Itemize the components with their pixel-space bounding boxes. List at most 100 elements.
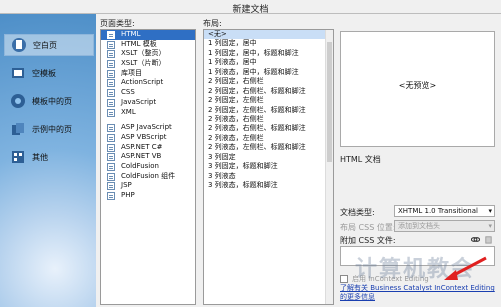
list-item[interactable]: JSP [101,181,195,191]
item-label: JSP [121,181,132,190]
item-label: ASP.NET C# [121,142,163,151]
attach-css-label: 附加 CSS 文件: [340,236,396,245]
list-item[interactable]: HTML 模板 [101,40,195,50]
help-link[interactable]: 了解有关 Business Catalyst InContext Editing… [340,284,500,302]
template-page-icon [11,94,25,108]
chevron-down-icon: ▾ [488,207,492,215]
preview-placeholder: <无预览> [398,81,437,90]
item-label: 库项目 [121,68,142,77]
preview-caption: HTML 文档 [340,155,381,164]
item-label: ColdFusion 组件 [121,171,176,180]
item-label: ASP JavaScript [121,123,172,132]
doctype-label: 文档类型: [340,208,375,217]
nav-blank-template[interactable]: 空模板 [4,62,94,84]
blank-template-icon [12,68,24,78]
layout-css-label: 布局 CSS 位置: [340,223,396,232]
nav-label: 空模板 [32,68,56,78]
list-item[interactable]: 1 列液态，居中 [204,58,333,67]
file-icon [107,69,115,78]
nav-blank-page[interactable]: 空白页 [4,34,94,56]
nav-other[interactable]: 其他 [4,146,94,168]
nav-sample-page[interactable]: 示例中的页 [4,118,94,140]
nav-label: 其他 [32,152,48,162]
list-item[interactable]: 3 列液态 [204,172,333,181]
list-item[interactable]: JavaScript [101,98,195,108]
doctype-select[interactable]: XHTML 1.0 Transitional ▾ [394,205,495,217]
preview-pane: <无预览> [340,31,495,147]
item-label: HTML [121,30,141,38]
layout-css-value: 添加到文档头 [398,222,440,230]
item-label: XML [121,107,136,116]
nav-template-page[interactable]: 模板中的页 [4,90,94,112]
nav-label: 示例中的页 [32,124,72,134]
list-item[interactable]: ColdFusion 组件 [101,172,195,182]
file-icon [107,192,115,200]
item-label: ASP.NET VB [121,152,162,161]
file-icon [107,40,115,49]
list-item[interactable]: 2 列液态，右侧栏 [204,115,333,124]
sample-page-icon [12,123,24,135]
list-item[interactable]: ColdFusion [101,162,195,172]
list-item[interactable]: 2 列液态，左侧栏、标题和脚注 [204,143,333,152]
file-icon [107,143,115,152]
chevron-down-icon: ▾ [488,222,492,230]
list-item[interactable]: 库项目 [101,69,195,79]
list-item[interactable]: ASP.NET VB [101,152,195,162]
nav-label: 模板中的页 [32,96,72,106]
title-bar: 新建文档 [0,0,501,15]
layout-css-select[interactable]: 添加到文档头 ▾ [394,220,495,232]
list-item[interactable]: 2 列固定，右侧栏 [204,77,333,86]
list-item[interactable]: 3 列固定，标题和脚注 [204,162,333,171]
list-item[interactable]: 2 列液态，左侧栏 [204,134,333,143]
file-icon [107,108,115,117]
item-label: ActionScript [121,78,164,87]
list-item-html[interactable]: HTML [101,30,195,40]
blank-page-icon [12,38,26,52]
list-item[interactable]: XML [101,108,195,118]
list-item[interactable]: 1 列液态，居中，标题和脚注 [204,68,333,77]
item-label: ASP VBScript [121,132,167,141]
doctype-value: XHTML 1.0 Transitional [398,207,478,215]
list-item[interactable]: 2 列固定，左侧栏、标题和脚注 [204,106,333,115]
page-type-list[interactable]: HTML HTML 模板 XSLT（整页） XSLT（片断） 库项目 Actio… [100,29,196,305]
enable-incontext-checkbox[interactable] [340,275,348,283]
list-item[interactable]: 1 列固定，居中 [204,39,333,48]
file-icon [107,153,115,162]
file-icon [107,172,115,181]
list-item[interactable]: XSLT（片断） [101,59,195,69]
item-label: CSS [121,88,135,97]
item-label: XSLT（片断） [121,59,166,68]
list-item[interactable]: 3 列液态，标题和脚注 [204,181,333,190]
list-item[interactable]: 2 列固定，左侧栏 [204,96,333,105]
item-label: ColdFusion [121,161,159,170]
file-icon [107,31,115,39]
file-icon [107,182,115,191]
layout-list[interactable]: <无> 1 列固定，居中 1 列固定，居中，标题和脚注 1 列液态，居中 1 列… [203,29,334,305]
delete-icon[interactable] [484,235,493,244]
file-icon [107,133,115,142]
item-label: JavaScript [121,97,157,106]
list-item[interactable]: PHP [101,191,195,201]
file-icon [107,50,115,59]
layout-scrollbar[interactable] [325,30,333,304]
file-icon [107,162,115,171]
list-item[interactable]: ASP.NET C# [101,143,195,153]
list-item[interactable]: ASP VBScript [101,133,195,143]
list-item[interactable]: XSLT（整页） [101,49,195,59]
list-item[interactable]: 2 列液态，右侧栏、标题和脚注 [204,124,333,133]
red-arrow-icon [444,256,487,280]
other-icon [12,151,24,163]
page-type-label: 页面类型: [100,19,135,28]
list-item[interactable]: 2 列固定，右侧栏、标题和脚注 [204,87,333,96]
list-item[interactable]: ActionScript [101,78,195,88]
list-item[interactable]: 1 列固定，居中，标题和脚注 [204,49,333,58]
file-icon [107,98,115,107]
category-sidebar: 空白页 空模板 模板中的页 示例中的页 其他 [0,14,96,307]
item-label: PHP [121,191,135,199]
list-item[interactable]: 3 列固定 [204,153,333,162]
list-item[interactable]: CSS [101,88,195,98]
attach-link-icon[interactable] [471,235,480,244]
list-item[interactable]: ASP JavaScript [101,123,195,133]
scroll-thumb[interactable] [327,42,332,162]
file-icon [107,60,115,69]
